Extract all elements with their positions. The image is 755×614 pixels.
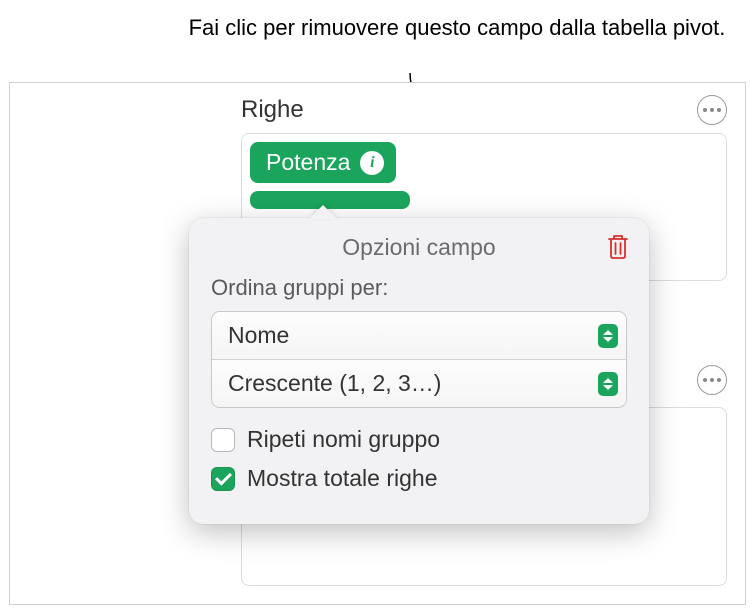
section-title: Righe <box>241 96 304 124</box>
ellipsis-icon <box>703 378 721 382</box>
updown-icon <box>598 324 618 348</box>
more-options-button[interactable] <box>697 95 727 125</box>
callout-annotation: Fai clic per rimuovere questo campo dall… <box>179 14 735 43</box>
sort-controls-group: Nome Crescente (1, 2, 3…) <box>211 311 627 408</box>
show-row-total-checkbox[interactable]: Mostra totale righe <box>211 465 627 492</box>
sort-by-select[interactable]: Nome <box>212 312 626 359</box>
sort-groups-label: Ordina gruppi per: <box>211 275 627 301</box>
ellipsis-icon <box>703 108 721 112</box>
sort-order-value: Crescente (1, 2, 3…) <box>228 370 441 397</box>
delete-field-button[interactable] <box>605 232 631 265</box>
field-pill-label: Potenza <box>266 149 350 176</box>
field-pill-potenza[interactable]: Potenza i <box>250 142 396 183</box>
section-header-rows: Righe <box>223 83 745 133</box>
info-icon[interactable]: i <box>360 151 384 175</box>
trash-icon <box>605 232 631 260</box>
checkbox-icon-unchecked <box>211 428 235 452</box>
sort-order-select[interactable]: Crescente (1, 2, 3…) <box>212 359 626 407</box>
more-options-button-2[interactable] <box>697 365 727 395</box>
checkbox-label: Mostra totale righe <box>247 465 437 492</box>
checkbox-label: Ripeti nomi gruppo <box>247 426 440 453</box>
field-options-popover: Opzioni campo Ordina gruppi per: Nome Cr… <box>189 218 649 524</box>
checkbox-icon-checked <box>211 467 235 491</box>
sort-by-value: Nome <box>228 322 289 349</box>
popover-title: Opzioni campo <box>189 234 649 261</box>
updown-icon <box>598 372 618 396</box>
repeat-group-names-checkbox[interactable]: Ripeti nomi gruppo <box>211 426 627 453</box>
